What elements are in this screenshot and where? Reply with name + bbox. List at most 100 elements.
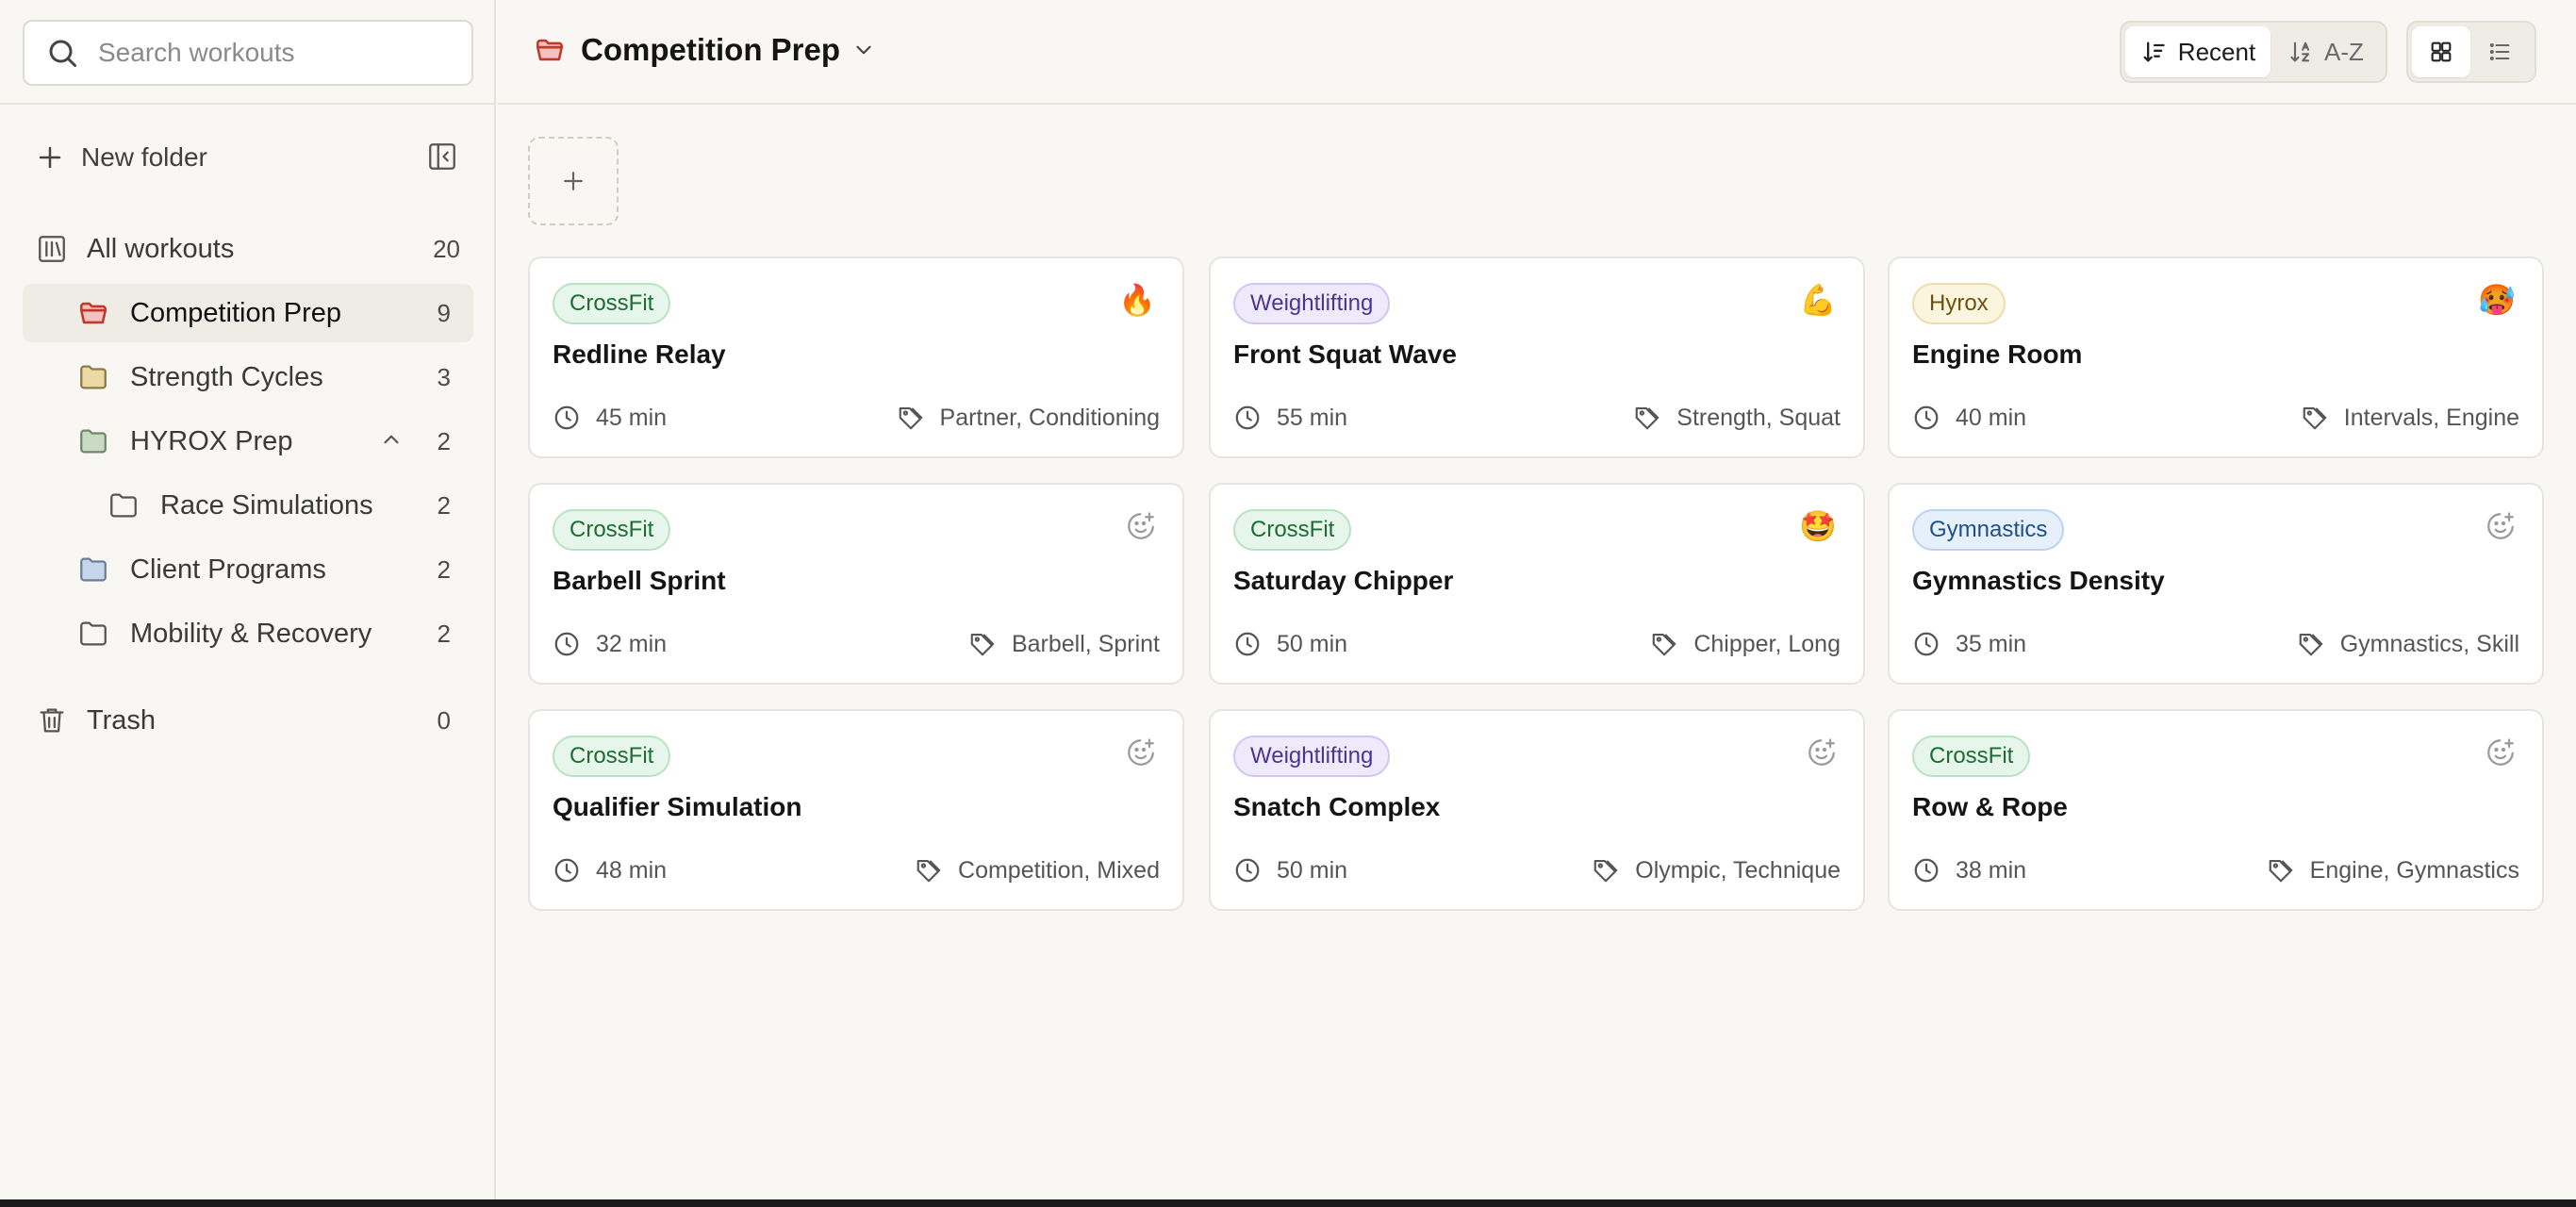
header: Competition Prep Recent A-Z [498, 0, 2576, 105]
sidebar-item-trash[interactable]: Trash 0 [23, 691, 473, 750]
sidebar-item-mobility-recovery[interactable]: Mobility & Recovery 2 [23, 604, 473, 663]
list-view-button[interactable] [2470, 26, 2529, 77]
workout-name: Redline Relay [553, 339, 726, 369]
workout-name: Front Squat Wave [1233, 339, 1457, 369]
sort-az-button[interactable]: A-Z [2271, 26, 2382, 77]
folder-switcher[interactable]: Competition Prep [534, 32, 876, 68]
workout-duration: 38 min [1912, 856, 2026, 885]
workout-card[interactable]: CrossFit Barbell Sprint 32 min Barbell, … [528, 483, 1184, 685]
chevron-up-icon[interactable] [379, 427, 404, 452]
folder-icon [77, 361, 109, 393]
folder-icon [77, 425, 109, 457]
workout-emoji[interactable]: 💪 [1799, 283, 1837, 317]
clock-icon [553, 856, 581, 885]
search-input[interactable] [98, 38, 456, 68]
duration-value: 50 min [1277, 630, 1348, 657]
workout-name: Row & Rope [1912, 792, 2068, 821]
category-tag: CrossFit [1233, 509, 1352, 551]
sidebar-item-label: Competition Prep [130, 297, 342, 328]
add-emoji-icon[interactable] [2484, 736, 2518, 769]
sidebar-item-count: 2 [437, 619, 451, 648]
duration-value: 35 min [1956, 630, 2027, 657]
workout-duration: 50 min [1233, 630, 1347, 658]
workout-labels: Partner, Conditioning [897, 404, 1160, 432]
sidebar-item-count: 9 [437, 298, 451, 327]
new-folder-label: New folder [81, 142, 207, 172]
sidebar-item-label: Client Programs [130, 554, 326, 585]
sidebar-item-label: HYROX Prep [130, 425, 293, 456]
sort-az-icon [2288, 39, 2315, 65]
clock-icon [553, 404, 581, 432]
sidebar: New folder All workouts 20 Competition P… [0, 0, 496, 1199]
grid-view-button[interactable] [2412, 26, 2470, 77]
sidebar-item-hyrox-prep[interactable]: HYROX Prep 2 [23, 412, 473, 471]
sidebar-item-label: Strength Cycles [130, 361, 323, 392]
workout-card[interactable]: CrossFit 🔥 Redline Relay 45 min Partner,… [528, 256, 1184, 458]
category-tag: CrossFit [1912, 736, 2031, 777]
workout-card[interactable]: CrossFit Qualifier Simulation 48 min Com… [528, 709, 1184, 911]
add-emoji-icon[interactable] [1124, 509, 1158, 543]
plus-icon [36, 143, 64, 172]
tag-icon [897, 404, 925, 432]
tag-icon [1633, 404, 1661, 432]
sort-az-label: A-Z [2324, 37, 2364, 66]
sidebar-item-client-programs[interactable]: Client Programs 2 [23, 540, 473, 599]
clock-icon [1912, 404, 1940, 432]
workout-card[interactable]: CrossFit 🤩 Saturday Chipper 50 min Chipp… [1209, 483, 1865, 685]
category-tag: CrossFit [553, 736, 671, 777]
search-bar [0, 0, 494, 105]
add-emoji-icon[interactable] [1805, 736, 1839, 769]
sidebar-item-race-simulations[interactable]: Race Simulations 2 [23, 476, 473, 535]
workout-card[interactable]: CrossFit Row & Rope 38 min Engine, Gymna… [1888, 709, 2544, 911]
workout-emoji[interactable]: 🥵 [2478, 283, 2516, 317]
chevron-down-icon [851, 38, 876, 62]
sidebar-item-competition-prep[interactable]: Competition Prep 9 [23, 284, 473, 342]
sidebar-item-all-workouts[interactable]: All workouts 20 [23, 220, 473, 278]
search-box[interactable] [23, 20, 473, 86]
bottom-bar [0, 1199, 2576, 1207]
workout-duration: 55 min [1233, 404, 1347, 432]
sidebar-item-strength-cycles[interactable]: Strength Cycles 3 [23, 348, 473, 406]
collapse-sidebar-icon[interactable] [426, 141, 458, 173]
workout-duration: 40 min [1912, 404, 2026, 432]
workout-card[interactable]: Weightlifting Snatch Complex 50 min Olym… [1209, 709, 1865, 911]
workout-emoji[interactable]: 🤩 [1799, 509, 1837, 543]
workout-labels: Strength, Squat [1633, 404, 1841, 432]
tag-icon [1592, 856, 1620, 885]
new-folder-button[interactable]: New folder [36, 142, 207, 173]
category-tag: Weightlifting [1233, 283, 1391, 324]
add-emoji-icon[interactable] [1124, 736, 1158, 769]
clock-icon [1233, 856, 1262, 885]
labels-value: Strength, Squat [1676, 404, 1841, 431]
workout-card[interactable]: Weightlifting 💪 Front Squat Wave 55 min … [1209, 256, 1865, 458]
duration-value: 38 min [1956, 856, 2027, 884]
add-workout-button[interactable] [528, 137, 619, 225]
clock-icon [553, 630, 581, 658]
duration-value: 40 min [1956, 404, 2027, 431]
sidebar-item-count: 2 [437, 490, 451, 520]
clock-icon [1912, 630, 1940, 658]
labels-value: Chipper, Long [1693, 630, 1841, 657]
labels-value: Gymnastics, Skill [2339, 630, 2519, 657]
sidebar-item-label: All workouts [87, 233, 235, 264]
workout-labels: Barbell, Sprint [968, 630, 1160, 658]
workout-card[interactable]: Hyrox 🥵 Engine Room 40 min Intervals, En… [1888, 256, 2544, 458]
new-folder-row: New folder [0, 105, 494, 210]
workout-labels: Engine, Gymnastics [2267, 856, 2519, 885]
folder-open-icon [534, 34, 566, 66]
add-emoji-icon[interactable] [2484, 509, 2518, 543]
category-tag: CrossFit [553, 509, 671, 551]
category-tag: Gymnastics [1912, 509, 2065, 551]
folder-icon [77, 618, 109, 650]
sort-recent-button[interactable]: Recent [2125, 26, 2271, 77]
workout-duration: 50 min [1233, 856, 1347, 885]
tag-icon [2267, 856, 2295, 885]
sidebar-item-label: Race Simulations [160, 489, 373, 521]
workout-emoji[interactable]: 🔥 [1118, 283, 1156, 317]
tag-icon [1650, 630, 1678, 658]
sidebar-item-count: 20 [433, 234, 460, 263]
sidebar-item-label: Mobility & Recovery [130, 618, 372, 649]
workout-card[interactable]: Gymnastics Gymnastics Density 35 min Gym… [1888, 483, 2544, 685]
workout-duration: 35 min [1912, 630, 2026, 658]
sort-toggle: Recent A-Z [2120, 21, 2387, 83]
